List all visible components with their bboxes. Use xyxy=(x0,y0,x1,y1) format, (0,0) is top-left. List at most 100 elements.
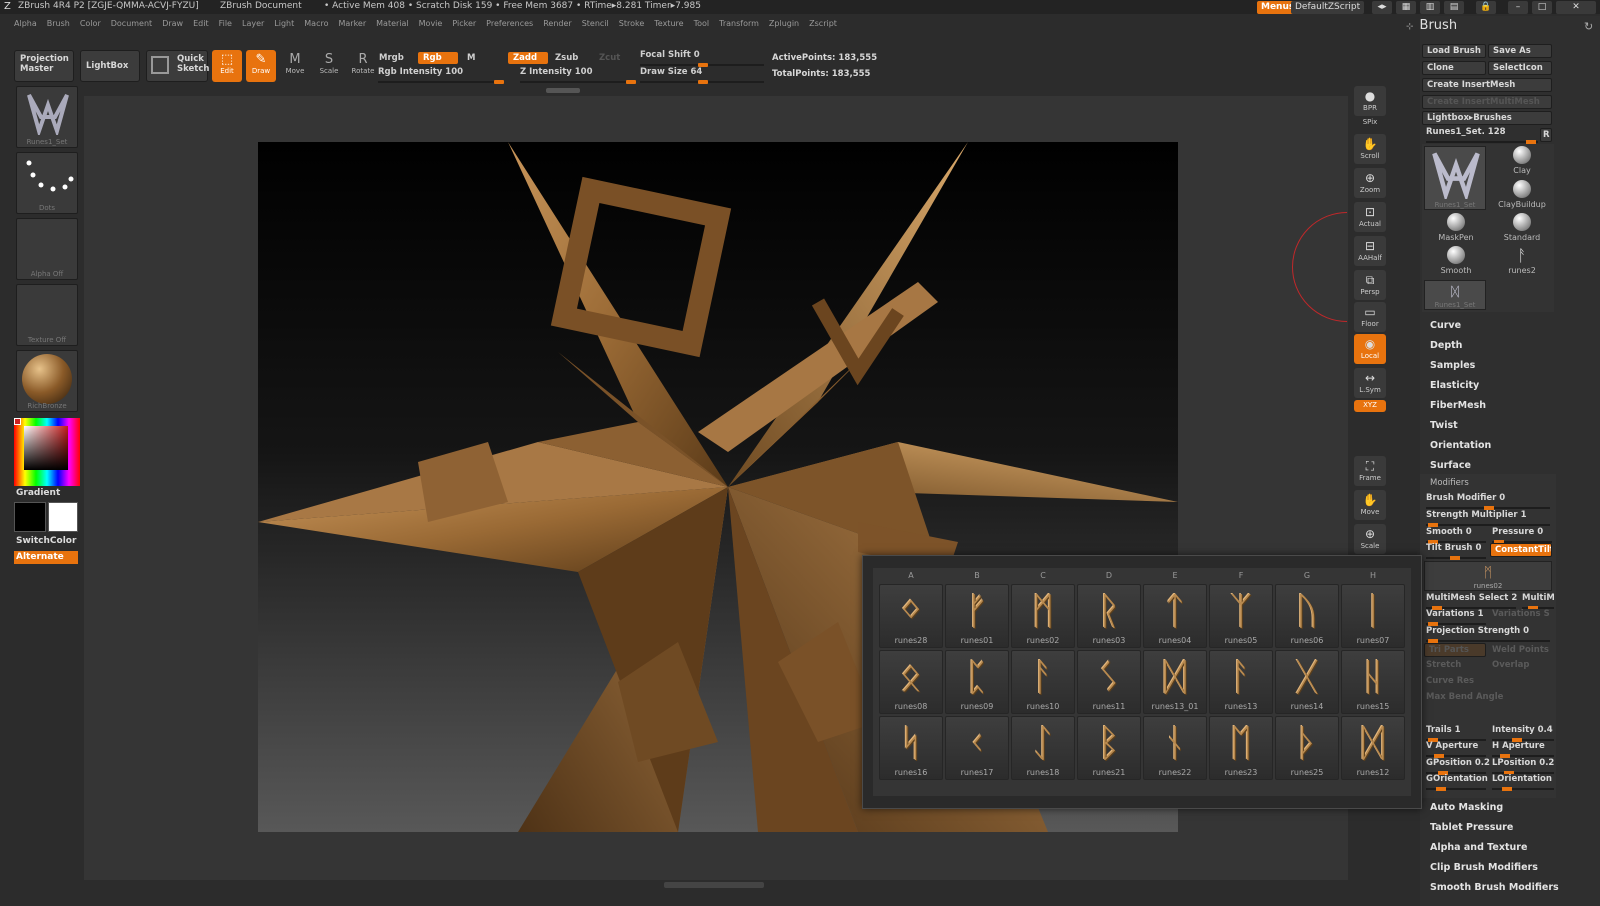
intensity-slider[interactable]: Intensity 0.4 xyxy=(1492,725,1554,742)
mrgb-toggle[interactable]: Mrgb xyxy=(374,52,409,64)
modifiers-header[interactable]: Modifiers xyxy=(1430,478,1469,488)
rune-item-runes18[interactable]: ᛇ runes18 xyxy=(1011,716,1075,780)
create-insertmultimesh-button[interactable]: Create InsertMultiMesh xyxy=(1422,95,1552,109)
close-icon[interactable]: ✕ xyxy=(1556,1,1596,14)
zadd-toggle[interactable]: Zadd xyxy=(508,52,548,64)
rune-item-runes25[interactable]: ᚦ runes25 xyxy=(1275,716,1339,780)
section-surface[interactable]: Surface xyxy=(1430,460,1471,471)
menu-material[interactable]: Material xyxy=(376,19,409,28)
rgb-toggle[interactable]: Rgb xyxy=(418,52,458,64)
m-toggle[interactable]: M xyxy=(462,52,480,64)
main-color-swatch[interactable] xyxy=(14,502,46,532)
minimize-icon[interactable]: – xyxy=(1508,1,1528,14)
lightbox-button[interactable]: LightBox xyxy=(80,50,140,82)
rune-item-runes02[interactable]: ᛗ runes02 xyxy=(1011,584,1075,648)
actual-button[interactable]: ⊡ Actual xyxy=(1354,202,1386,232)
brush-clay[interactable]: Clay xyxy=(1492,146,1552,178)
floor-button[interactable]: ▭ Floor xyxy=(1354,302,1386,332)
menu-tool[interactable]: Tool xyxy=(694,19,710,28)
layout-icon[interactable]: ▦ xyxy=(1396,1,1416,14)
focal-shift-slider[interactable]: Focal Shift 0 xyxy=(640,50,764,67)
brush-runes2[interactable]: ᚨ runes2 xyxy=(1492,246,1552,278)
material-thumbnail[interactable]: RichBronze xyxy=(16,350,78,412)
maximize-icon[interactable]: □ xyxy=(1532,1,1552,14)
rune-item-runes17[interactable]: ᚲ runes17 xyxy=(945,716,1009,780)
rune-item-runes28[interactable]: ᛜ runes28 xyxy=(879,584,943,648)
menu-transform[interactable]: Transform xyxy=(719,19,759,28)
brush-thumbnail[interactable]: Runes1_Set xyxy=(16,86,78,148)
section-samples[interactable]: Samples xyxy=(1430,360,1475,371)
switch-color-button[interactable]: SwitchColor xyxy=(16,536,76,546)
palette-refresh-icon[interactable]: ↻ xyxy=(1584,20,1593,33)
color-picker[interactable] xyxy=(14,418,80,486)
bpr-button[interactable]: ● BPR xyxy=(1354,86,1386,116)
rune-item-runes15[interactable]: ᚺ runes15 xyxy=(1341,650,1405,714)
brush-current-large[interactable]: Runes1_Set xyxy=(1424,146,1486,210)
insert-mesh-preview[interactable]: ᛗ runes02 xyxy=(1424,561,1552,591)
rune-item-runes10[interactable]: ᚨ runes10 xyxy=(1011,650,1075,714)
shelf-scrollbar[interactable] xyxy=(546,88,580,93)
menu-render[interactable]: Render xyxy=(543,19,571,28)
zcut-toggle[interactable]: Zcut xyxy=(594,52,625,64)
draw-size-slider[interactable]: Draw Size 64 xyxy=(640,67,764,84)
menu-color[interactable]: Color xyxy=(80,19,101,28)
rune-item-runes23[interactable]: ᛖ runes23 xyxy=(1209,716,1273,780)
alpha-thumbnail[interactable]: Alpha Off xyxy=(16,218,78,280)
frame-button[interactable]: ⛶ Frame xyxy=(1354,456,1386,486)
trails-slider[interactable]: Trails 1 xyxy=(1426,725,1486,742)
menu-preferences[interactable]: Preferences xyxy=(486,19,533,28)
gorientation-slider[interactable]: GOrientation xyxy=(1426,774,1488,791)
lposition-slider[interactable]: LPosition 0.2 xyxy=(1492,758,1554,774)
menu-zscript[interactable]: Zscript xyxy=(809,19,837,28)
brush-claybuildup[interactable]: ClayBuildup xyxy=(1492,180,1552,212)
layout3-icon[interactable]: ▤ xyxy=(1444,1,1464,14)
current-brush-slider[interactable]: Runes1_Set. 128 xyxy=(1426,127,1538,144)
section-curve[interactable]: Curve xyxy=(1430,320,1461,331)
menu-light[interactable]: Light xyxy=(274,19,294,28)
projection-master-button[interactable]: Projection Master xyxy=(14,50,74,82)
rune-item-runes21[interactable]: ᛒ runes21 xyxy=(1077,716,1141,780)
brush-smooth[interactable]: Smooth xyxy=(1426,246,1486,278)
section-alpha-and-texture[interactable]: Alpha and Texture xyxy=(1430,842,1527,853)
clone-button[interactable]: Clone xyxy=(1422,61,1486,75)
rune-item-runes03[interactable]: ᚱ runes03 xyxy=(1077,584,1141,648)
local-button[interactable]: ◉ Local xyxy=(1354,334,1386,364)
rune-item-runes13[interactable]: ᚨ runes13 xyxy=(1209,650,1273,714)
lightbox-brushes-button[interactable]: Lightbox▸Brushes xyxy=(1422,111,1552,125)
rune-item-runes06[interactable]: ᚢ runes06 xyxy=(1275,584,1339,648)
section-smooth-brush-modifiers[interactable]: Smooth Brush Modifiers xyxy=(1430,882,1559,893)
menu-stencil[interactable]: Stencil xyxy=(582,19,609,28)
menu-document[interactable]: Document xyxy=(111,19,152,28)
rune-item-runes07[interactable]: ᛁ runes07 xyxy=(1341,584,1405,648)
arrows-icon[interactable]: ◂▸ xyxy=(1372,1,1392,14)
multim-slider[interactable]: MultiM xyxy=(1522,593,1554,609)
menu-layer[interactable]: Layer xyxy=(242,19,264,28)
rune-item-runes04[interactable]: ᛏ runes04 xyxy=(1143,584,1207,648)
gradient-label[interactable]: Gradient xyxy=(16,488,60,498)
xyz-button[interactable]: XYZ xyxy=(1354,400,1386,412)
weld-points-button[interactable]: Weld Points xyxy=(1492,645,1549,655)
lock-icon[interactable]: 🔒 xyxy=(1476,1,1496,14)
default-zscript-button[interactable]: DefaultZScript xyxy=(1291,1,1365,14)
rune-item-runes12[interactable]: ᛞ runes12 xyxy=(1341,716,1405,780)
menu-texture[interactable]: Texture xyxy=(654,19,683,28)
curve-res-slider[interactable]: Curve Res xyxy=(1426,676,1474,686)
alternate-button[interactable]: Alternate xyxy=(14,551,78,564)
variations-slider[interactable]: Variations 1 xyxy=(1426,609,1486,626)
layout2-icon[interactable]: ▥ xyxy=(1420,1,1440,14)
tilt-brush-slider[interactable]: Tilt Brush 0 xyxy=(1426,543,1486,560)
menu-movie[interactable]: Movie xyxy=(419,19,443,28)
spix-button[interactable]: SPix xyxy=(1354,114,1386,132)
load-brush-button[interactable]: Load Brush xyxy=(1422,44,1486,58)
scroll-button[interactable]: ✋ Scroll xyxy=(1354,134,1386,164)
edit-button[interactable]: ⬚ Edit xyxy=(212,50,242,82)
smooth-slider[interactable]: Smooth 0 xyxy=(1426,527,1486,544)
rgb-intensity-slider[interactable]: Rgb Intensity 100 xyxy=(378,67,504,84)
rune-item-runes16[interactable]: ᛋ runes16 xyxy=(879,716,943,780)
secondary-color-swatch[interactable] xyxy=(48,502,78,532)
section-tablet-pressure[interactable]: Tablet Pressure xyxy=(1430,822,1513,833)
multimesh-select-slider[interactable]: MultiMesh Select 2 xyxy=(1426,593,1517,610)
tri-parts-button[interactable]: Tri Parts xyxy=(1424,643,1486,657)
restore-brush-button[interactable]: R xyxy=(1540,128,1552,142)
brush-standard[interactable]: Standard xyxy=(1492,213,1552,245)
